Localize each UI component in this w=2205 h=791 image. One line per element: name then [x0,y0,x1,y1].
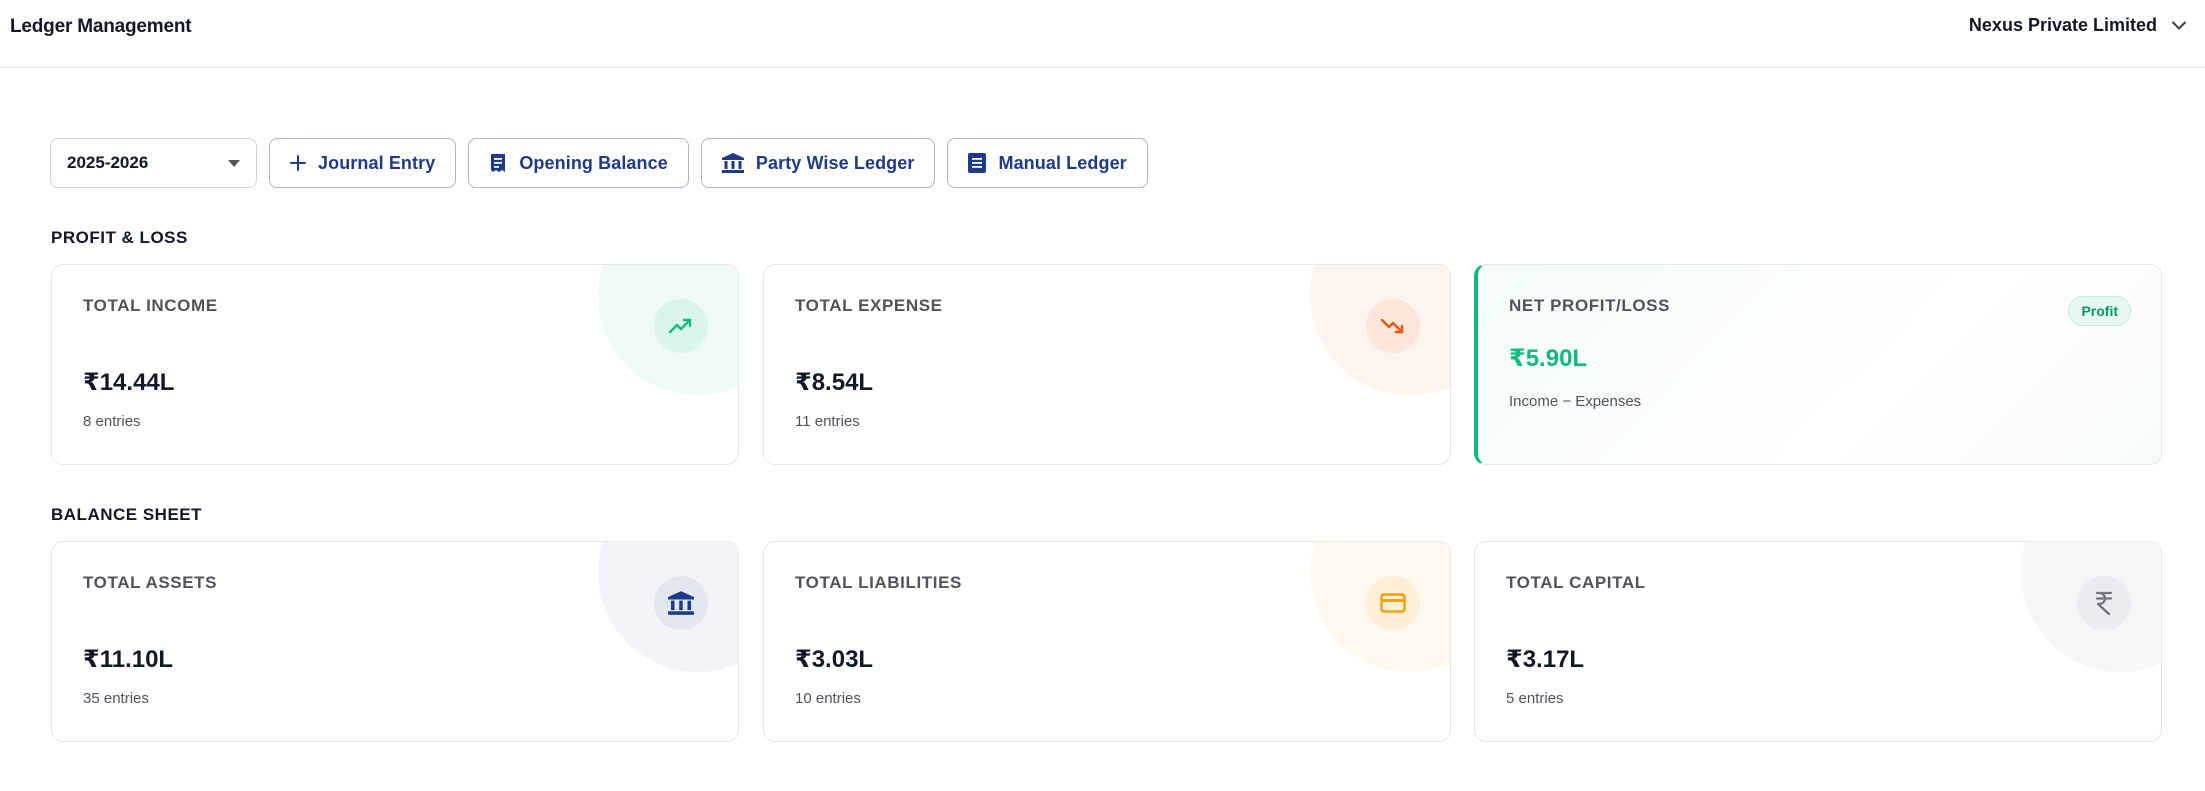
card-label: TOTAL ASSETS [83,573,218,592]
trending-up-icon [654,299,708,353]
card-value: ₹8.54L [795,369,874,396]
manual-ledger-label: Manual Ledger [998,152,1127,173]
financial-year-select[interactable]: 2025-2026 [50,138,257,188]
card-entries: 11 entries [795,413,860,430]
plus-icon [290,155,306,171]
rupee-icon [2077,576,2131,630]
receipt-icon [489,153,507,173]
card-entries: 35 entries [83,690,149,707]
page-title: Ledger Management [10,16,192,37]
credit-card-icon [1366,576,1420,630]
trending-down-icon [1366,299,1420,353]
bank-icon [654,576,708,630]
opening-balance-label: Opening Balance [519,152,668,173]
card-value: ₹3.03L [795,646,874,673]
card-label: TOTAL EXPENSE [795,296,943,315]
party-wise-ledger-label: Party Wise Ledger [755,152,915,173]
card-label: TOTAL CAPITAL [1506,573,1646,592]
opening-balance-button[interactable]: Opening Balance [468,138,689,188]
total-income-card: TOTAL INCOME ₹14.44L 8 entries [51,264,739,465]
total-liabilities-card: TOTAL LIABILITIES ₹3.03L 10 entries [763,541,1451,742]
card-value: ₹14.44L [83,369,175,396]
card-formula: Income − Expenses [1509,393,1642,410]
balance-sheet-heading: BALANCE SHEET [51,505,203,524]
card-entries: 8 entries [83,413,141,430]
card-entries: 5 entries [1506,690,1564,707]
company-name: Nexus Private Limited [1968,15,2157,35]
net-profit-loss-card: NET PROFIT/LOSS Profit ₹5.90L Income − E… [1474,264,2162,465]
card-label: NET PROFIT/LOSS [1509,296,1671,315]
document-icon [968,153,987,173]
card-label: TOTAL LIABILITIES [795,573,962,592]
card-entries: 10 entries [795,690,861,707]
caret-down-icon [228,154,240,172]
chevron-down-icon [2169,16,2189,36]
journal-entry-label: Journal Entry [318,152,436,173]
company-selector[interactable]: Nexus Private Limited [1969,15,2189,36]
total-expense-card: TOTAL EXPENSE ₹8.54L 11 entries [763,264,1451,465]
journal-entry-button[interactable]: Journal Entry [269,138,457,188]
total-assets-card: TOTAL ASSETS ₹11.10L 35 entries [51,541,739,742]
status-badge: Profit [2068,296,2131,326]
card-label: TOTAL INCOME [83,296,218,315]
card-value: ₹11.10L [83,646,174,673]
card-value: ₹3.17L [1506,646,1585,673]
manual-ledger-button[interactable]: Manual Ledger [947,138,1148,188]
top-bar: Ledger Management Nexus Private Limited [0,0,2205,68]
total-capital-card: TOTAL CAPITAL ₹3.17L 5 entries [1474,541,2162,742]
financial-year-value: 2025-2026 [67,153,149,172]
toolbar: 2025-2026 Journal Entry Opening Balance … [50,138,1148,188]
profit-loss-heading: PROFIT & LOSS [51,228,188,247]
party-wise-ledger-button[interactable]: Party Wise Ledger [700,138,936,188]
bank-icon [721,153,744,173]
card-value: ₹5.90L [1509,345,1588,372]
